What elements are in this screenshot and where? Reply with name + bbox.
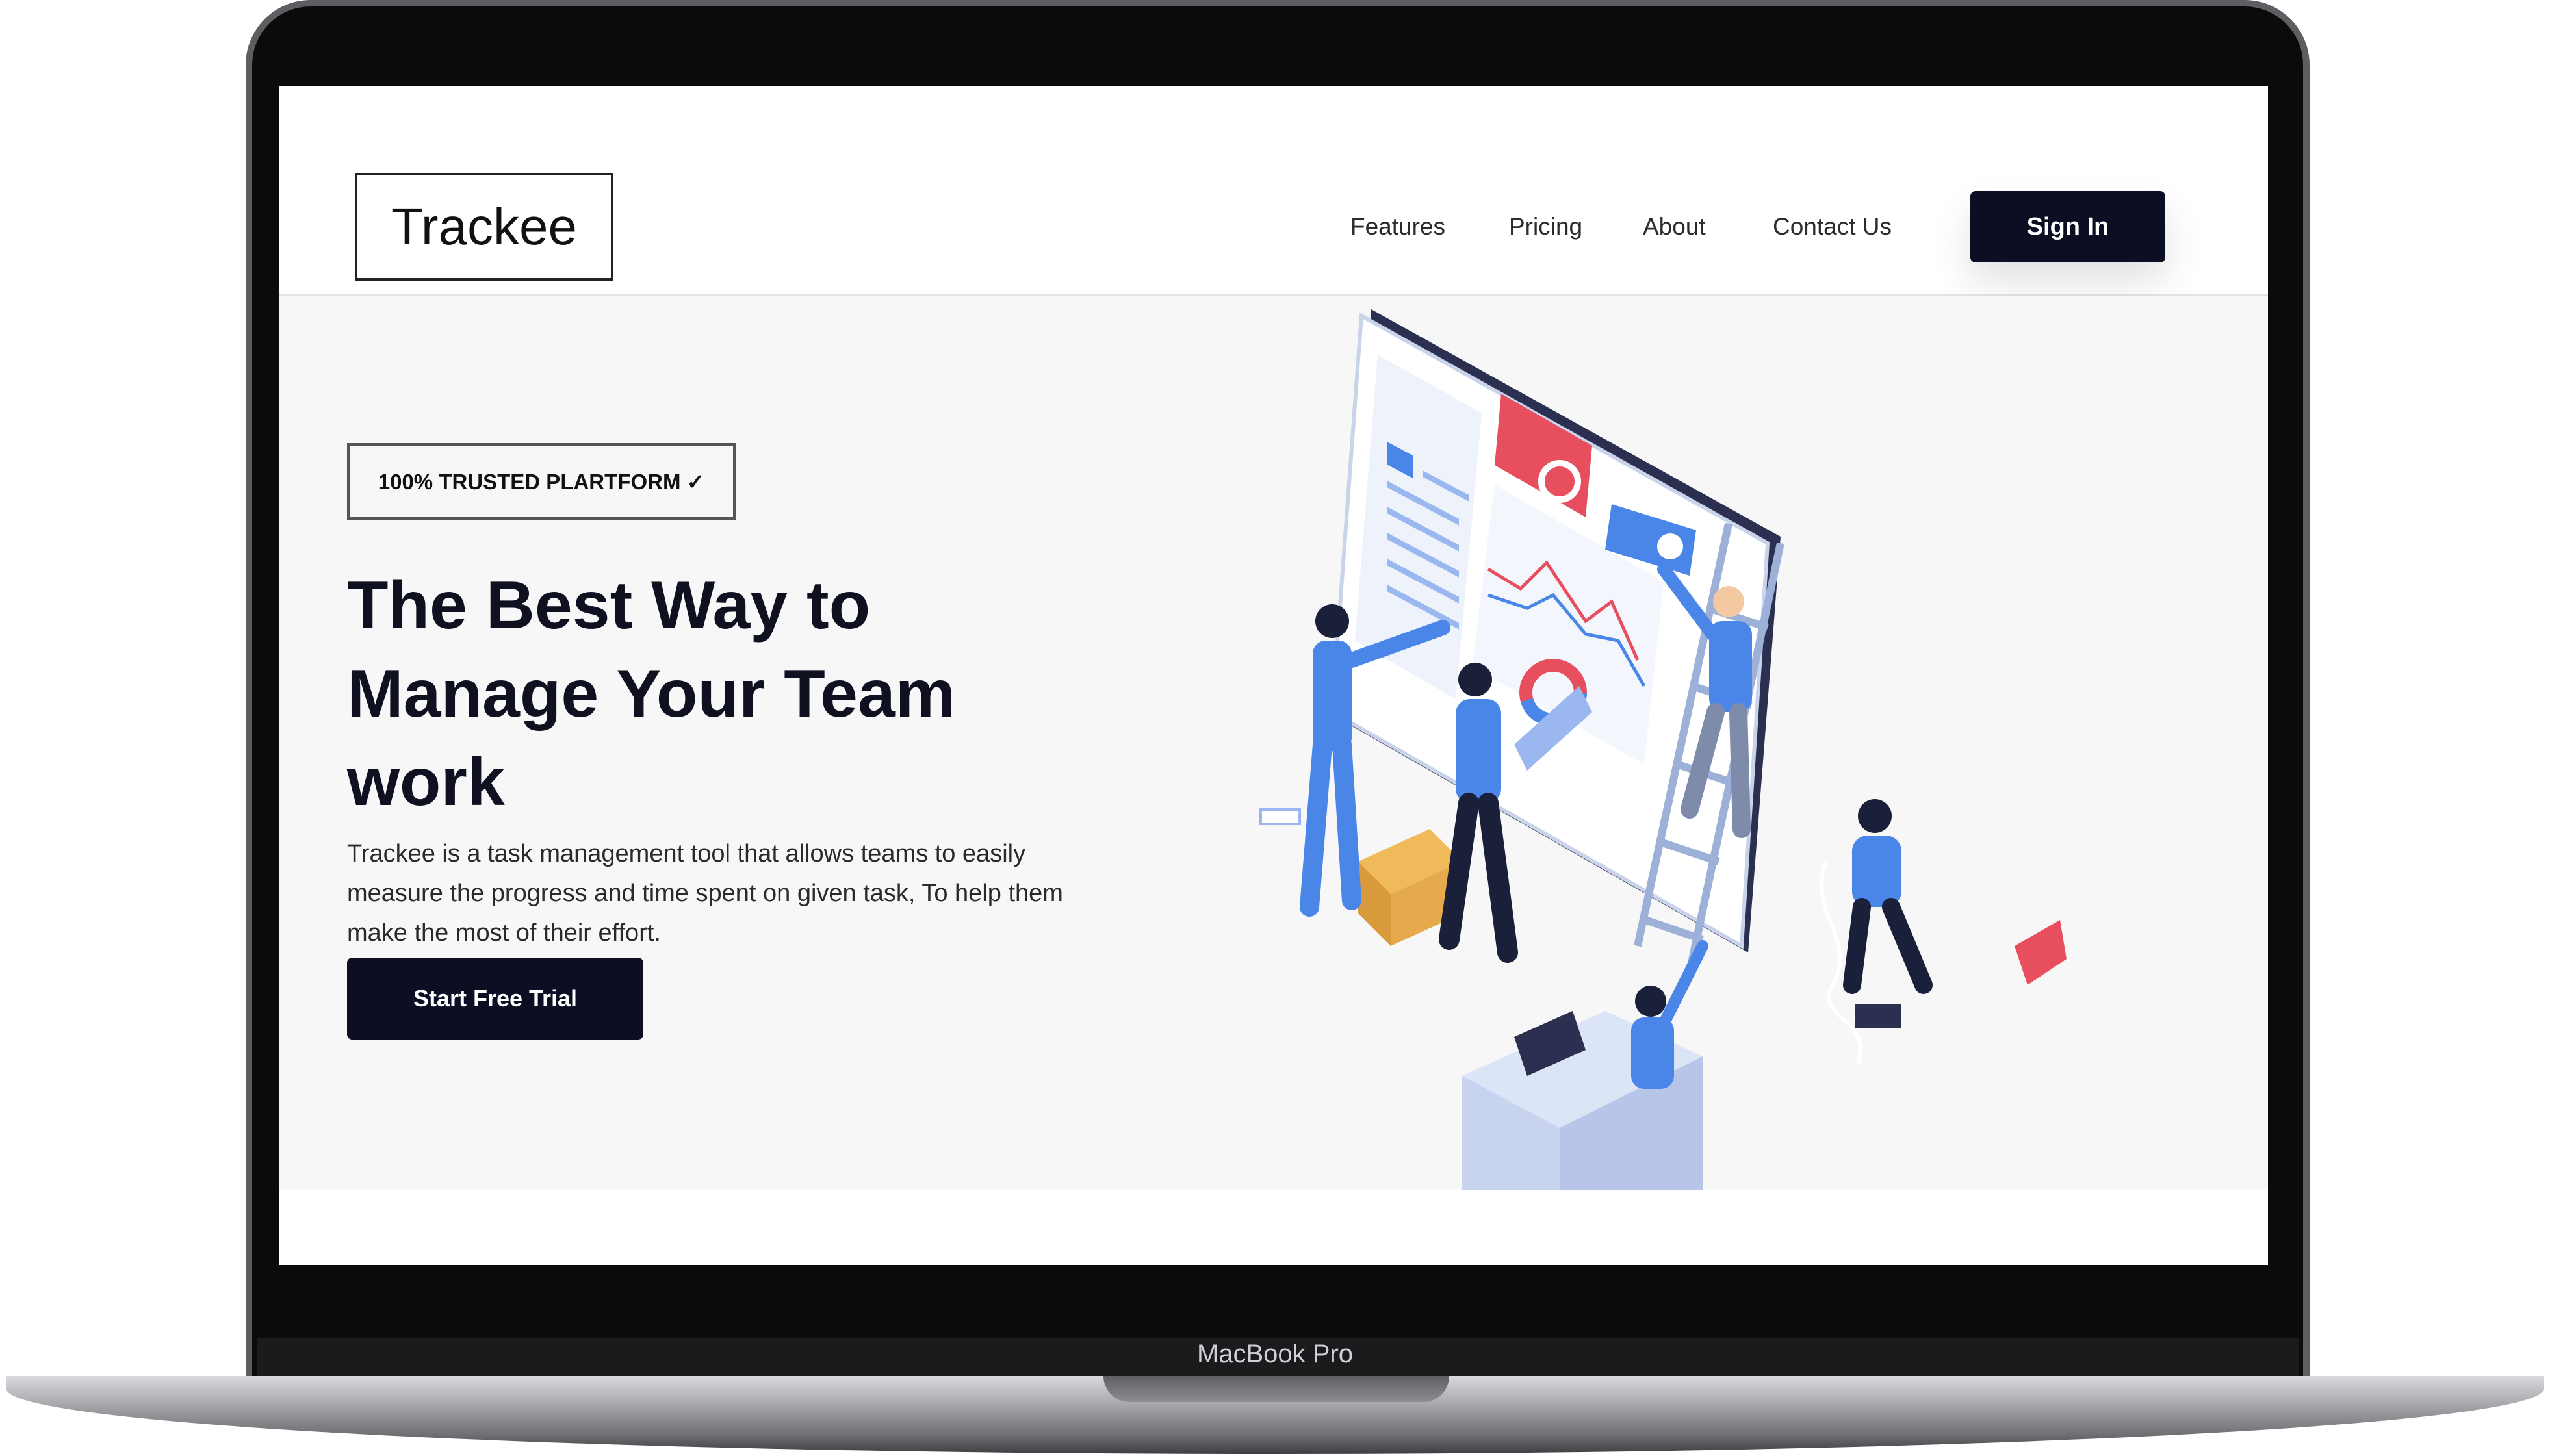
start-free-trial-button[interactable]: Start Free Trial xyxy=(347,958,643,1040)
nav-link-contact[interactable]: Contact Us xyxy=(1773,213,1892,240)
hero-headline: The Best Way to Manage Your Team work xyxy=(347,561,1062,826)
hero-description: Trackee is a task management tool that a… xyxy=(347,840,1063,947)
trust-badge: 100% TRUSTED PLARTFORM ✓ xyxy=(347,443,736,520)
browser-viewport: Trackee Features Pricing About Contact U… xyxy=(279,86,2268,1265)
nav-link-about[interactable]: About xyxy=(1643,213,1706,240)
nav-link-pricing[interactable]: Pricing xyxy=(1509,213,1582,240)
nav-link-features[interactable]: Features xyxy=(1350,213,1445,240)
sign-in-button[interactable]: Sign In xyxy=(1970,191,2165,262)
hero-section: 100% TRUSTED PLARTFORM ✓ The Best Way to… xyxy=(279,296,2268,1190)
device-label: MacBook Pro xyxy=(1196,1340,1354,1368)
headline-line: Manage Your Team xyxy=(347,656,956,732)
team-dashboard-illustration xyxy=(1259,309,2067,1190)
laptop-notch xyxy=(1103,1376,1449,1402)
main-nav: Features Pricing About Contact Us xyxy=(279,213,2268,252)
headline-line: work xyxy=(347,745,505,820)
site-header: Trackee Features Pricing About Contact U… xyxy=(279,86,2268,296)
headline-line: The Best Way to xyxy=(347,568,871,643)
